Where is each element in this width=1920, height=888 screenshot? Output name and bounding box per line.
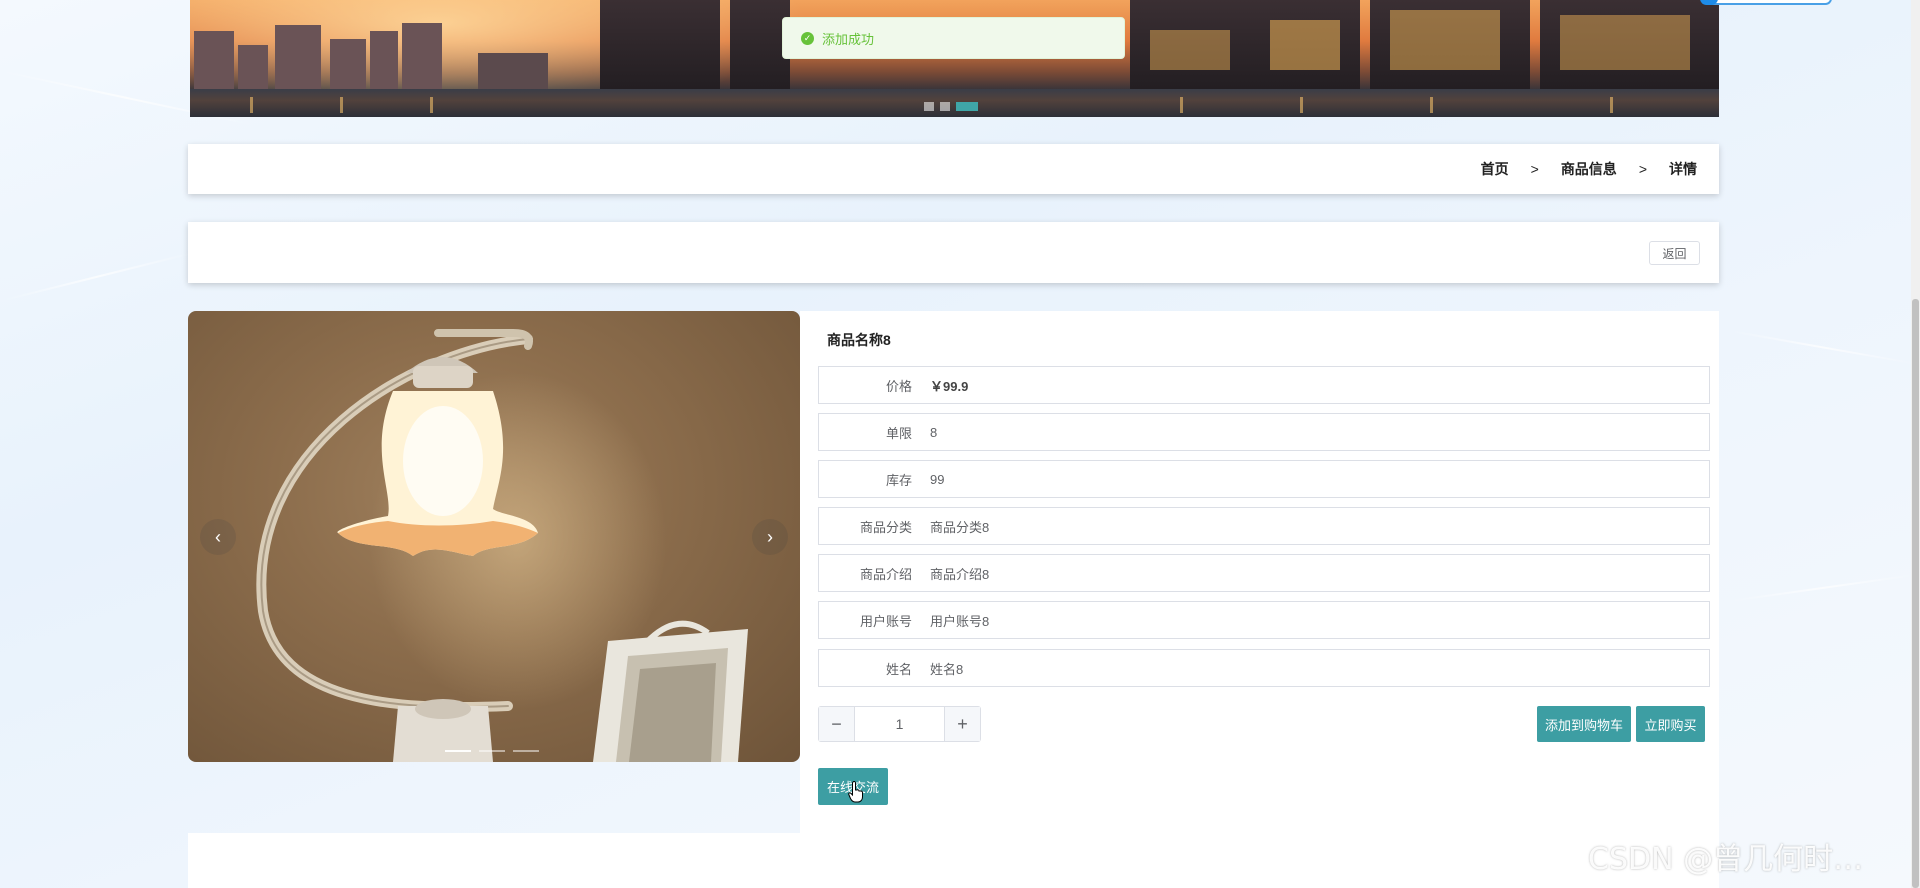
page-scrollbar[interactable] (1911, 0, 1920, 888)
banner-window-lights (1390, 10, 1500, 70)
banner-building (238, 45, 268, 89)
field-limit: 单限 8 (818, 413, 1710, 451)
breadcrumb-bar: 首页 > 商品信息 > 详情 (188, 144, 1719, 194)
banner-building (600, 0, 720, 89)
hand-cursor-icon (848, 781, 863, 803)
banner-reflection (1430, 97, 1433, 113)
quantity-input[interactable]: 1 (855, 707, 944, 741)
banner-building (402, 23, 442, 89)
banner-reflection (1300, 97, 1303, 113)
field-user-account: 用户账号 用户账号8 (818, 601, 1710, 639)
banner-window-lights (1270, 20, 1340, 70)
floating-widget[interactable] (1700, 0, 1832, 5)
action-bar: 返回 (188, 222, 1719, 283)
banner-building (194, 31, 234, 89)
quantity-increase-button[interactable]: + (944, 707, 980, 741)
field-label: 姓名 (885, 661, 912, 677)
field-stock: 库存 99 (818, 460, 1710, 498)
toast-message: 添加成功 (822, 31, 875, 47)
field-label: 单限 (885, 425, 912, 441)
back-button[interactable]: 返回 (1649, 241, 1700, 265)
carousel-prev-button[interactable]: ‹ (200, 519, 236, 555)
field-price: 价格 ￥99.9 (818, 366, 1710, 404)
background-decoration (1729, 330, 1918, 365)
field-value: 用户账号8 (930, 613, 990, 629)
breadcrumb-current: 详情 (1669, 161, 1697, 177)
background-decoration (0, 251, 195, 302)
field-label: 商品介绍 (859, 566, 912, 582)
success-check-icon: ✓ (801, 31, 814, 45)
breadcrumb: 首页 > 商品信息 > 详情 (1481, 144, 1697, 194)
banner-indicator[interactable] (924, 102, 934, 111)
background-decoration (1729, 573, 1919, 602)
field-label: 价格 (885, 378, 912, 394)
banner-window-lights (1150, 30, 1230, 70)
breadcrumb-separator: > (1638, 161, 1647, 177)
field-label: 库存 (885, 472, 912, 488)
banner-building (478, 53, 548, 89)
banner-indicator[interactable] (940, 102, 950, 111)
field-label: 用户账号 (859, 613, 912, 629)
product-title: 商品名称8 (827, 332, 891, 348)
banner-reflection (1180, 97, 1183, 113)
field-value: 商品分类8 (930, 519, 990, 535)
breadcrumb-home[interactable]: 首页 (1481, 159, 1509, 179)
watermark-text: CSDN @曾几何时… (1588, 842, 1864, 877)
field-name: 姓名 姓名8 (818, 649, 1710, 687)
carousel-indicators (445, 750, 539, 752)
banner-window-lights (1560, 15, 1690, 70)
banner-indicators (924, 102, 978, 111)
scrollbar-thumb[interactable] (1912, 299, 1919, 888)
banner-reflection (430, 97, 433, 113)
banner-building (370, 31, 398, 89)
field-value: 商品介绍8 (930, 566, 990, 582)
quantity-stepper: − 1 + (818, 706, 981, 742)
buy-now-button[interactable]: 立即购买 (1636, 706, 1705, 742)
field-label: 商品分类 (859, 519, 912, 535)
carousel-indicator[interactable] (513, 750, 539, 752)
banner-building (330, 39, 366, 89)
lamp-image (256, 329, 748, 762)
success-toast: ✓ 添加成功 (782, 17, 1125, 59)
field-category: 商品分类 商品分类8 (818, 507, 1710, 545)
field-value: 姓名8 (930, 661, 964, 677)
product-image-carousel[interactable]: ‹ › (188, 311, 800, 762)
banner-building (730, 0, 790, 89)
carousel-next-button[interactable]: › (752, 519, 788, 555)
banner-building (275, 25, 321, 89)
carousel-indicator[interactable] (479, 750, 505, 752)
breadcrumb-separator: > (1530, 161, 1539, 177)
quantity-decrease-button[interactable]: − (819, 707, 855, 741)
breadcrumb-category[interactable]: 商品信息 (1561, 159, 1617, 179)
field-description: 商品介绍 商品介绍8 (818, 554, 1710, 592)
field-value: ￥99.9 (930, 378, 969, 394)
field-value: 8 (930, 424, 938, 440)
carousel-indicator-active[interactable] (445, 750, 471, 752)
content-section (188, 833, 1719, 888)
field-value: 99 (930, 471, 945, 487)
banner-reflection (1610, 97, 1613, 113)
banner-indicator-active[interactable] (956, 102, 978, 111)
add-to-cart-button[interactable]: 添加到购物车 (1537, 706, 1631, 742)
banner-reflection (250, 97, 253, 113)
banner-reflection (340, 97, 343, 113)
